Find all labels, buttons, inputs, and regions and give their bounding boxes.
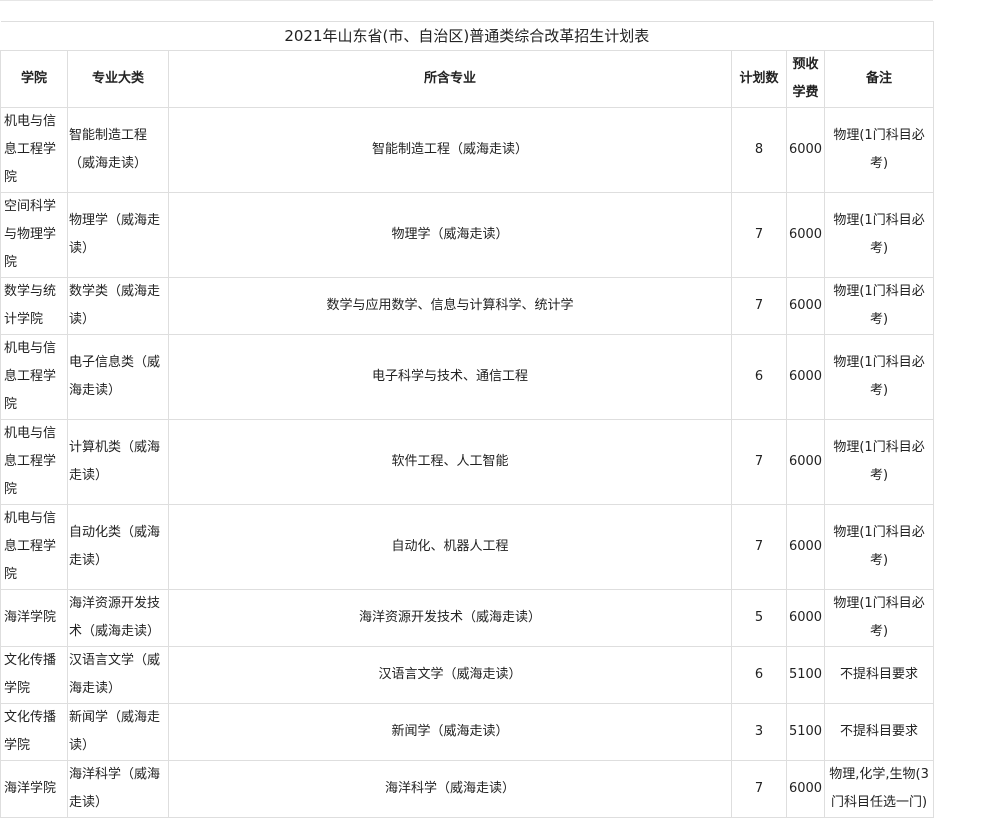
cell-category: 智能制造工程（威海走读） [67,107,169,193]
cell-category: 自动化类（威海走读） [67,504,169,590]
cell-fee: 6000 [786,504,825,590]
table-row: 机电与信息工程学院 计算机类（威海走读） 软件工程、人工智能 7 6000 物理… [0,419,935,505]
cell-fee: 6000 [786,760,825,818]
cell-majors: 电子科学与技术、通信工程 [168,334,732,420]
cell-note: 物理(1门科目必考) [823,419,935,505]
header-majors: 所含专业 [168,50,732,108]
cell-college: 机电与信息工程学院 [0,107,68,193]
cell-plan: 3 [731,703,787,761]
cell-fee: 5100 [786,703,825,761]
cell-fee: 6000 [786,419,825,505]
cell-college: 文化传播学院 [0,646,68,704]
cell-note: 物理(1门科目必考) [823,277,935,335]
cell-majors: 海洋资源开发技术（威海走读） [168,589,732,647]
cell-fee: 6000 [786,277,825,335]
cell-college: 海洋学院 [0,589,68,647]
cell-majors: 物理学（威海走读） [168,192,732,278]
enrollment-plan-table: 2021年山东省(市、自治区)普通类综合改革招生计划表 学院 专业大类 所含专业… [0,21,935,818]
header-college: 学院 [0,50,68,108]
cell-majors: 海洋科学（威海走读） [168,760,732,818]
cell-note: 物理(1门科目必考) [823,504,935,590]
table-title: 2021年山东省(市、自治区)普通类综合改革招生计划表 [0,21,935,51]
cell-category: 海洋资源开发技术（威海走读） [67,589,169,647]
cell-college: 数学与统计学院 [0,277,68,335]
table-row: 机电与信息工程学院 自动化类（威海走读） 自动化、机器人工程 7 6000 物理… [0,504,935,590]
cell-majors: 新闻学（威海走读） [168,703,732,761]
cell-plan: 8 [731,107,787,193]
table-row: 文化传播学院 汉语言文学（威海走读） 汉语言文学（威海走读） 6 5100 不提… [0,646,935,704]
cell-fee: 6000 [786,334,825,420]
cell-category: 计算机类（威海走读） [67,419,169,505]
cell-category: 海洋科学（威海走读） [67,760,169,818]
cell-college: 文化传播学院 [0,703,68,761]
cell-fee: 6000 [786,192,825,278]
cell-college: 机电与信息工程学院 [0,334,68,420]
cell-plan: 7 [731,504,787,590]
cell-college: 海洋学院 [0,760,68,818]
cell-plan: 7 [731,419,787,505]
header-category: 专业大类 [67,50,169,108]
cell-college: 机电与信息工程学院 [0,419,68,505]
cell-plan: 7 [731,277,787,335]
header-note: 备注 [823,50,935,108]
cell-category: 电子信息类（威海走读） [67,334,169,420]
table-row: 海洋学院 海洋科学（威海走读） 海洋科学（威海走读） 7 6000 物理,化学,… [0,760,935,818]
cell-note: 物理(1门科目必考) [823,192,935,278]
header-plan: 计划数 [731,50,787,108]
cell-category: 汉语言文学（威海走读） [67,646,169,704]
cell-majors: 汉语言文学（威海走读） [168,646,732,704]
cell-college: 机电与信息工程学院 [0,504,68,590]
cell-fee: 5100 [786,646,825,704]
table-row: 机电与信息工程学院 智能制造工程（威海走读） 智能制造工程（威海走读） 8 60… [0,107,935,193]
table-row: 机电与信息工程学院 电子信息类（威海走读） 电子科学与技术、通信工程 6 600… [0,334,935,420]
cell-plan: 7 [731,192,787,278]
cell-category: 新闻学（威海走读） [67,703,169,761]
table-row: 文化传播学院 新闻学（威海走读） 新闻学（威海走读） 3 5100 不提科目要求 [0,703,935,761]
cell-note: 物理,化学,生物(3门科目任选一门) [823,760,935,818]
header-fee: 预收学费 [786,50,825,108]
header-row: 学院 专业大类 所含专业 计划数 预收学费 备注 [0,50,935,108]
cell-majors: 智能制造工程（威海走读） [168,107,732,193]
cell-majors: 数学与应用数学、信息与计算科学、统计学 [168,277,732,335]
cell-note: 物理(1门科目必考) [823,107,935,193]
cell-majors: 自动化、机器人工程 [168,504,732,590]
cell-category: 物理学（威海走读） [67,192,169,278]
cell-college: 空间科学与物理学院 [0,192,68,278]
cell-plan: 7 [731,760,787,818]
cell-note: 不提科目要求 [823,703,935,761]
table-row: 海洋学院 海洋资源开发技术（威海走读） 海洋资源开发技术（威海走读） 5 600… [0,589,935,647]
cell-fee: 6000 [786,589,825,647]
cell-plan: 5 [731,589,787,647]
top-divider [0,0,933,2]
table-row: 数学与统计学院 数学类（威海走读） 数学与应用数学、信息与计算科学、统计学 7 … [0,277,935,335]
cell-note: 物理(1门科目必考) [823,334,935,420]
cell-category: 数学类（威海走读） [67,277,169,335]
cell-fee: 6000 [786,107,825,193]
cell-majors: 软件工程、人工智能 [168,419,732,505]
cell-note: 不提科目要求 [823,646,935,704]
table-row: 空间科学与物理学院 物理学（威海走读） 物理学（威海走读） 7 6000 物理(… [0,192,935,278]
cell-plan: 6 [731,334,787,420]
cell-plan: 6 [731,646,787,704]
cell-note: 物理(1门科目必考) [823,589,935,647]
